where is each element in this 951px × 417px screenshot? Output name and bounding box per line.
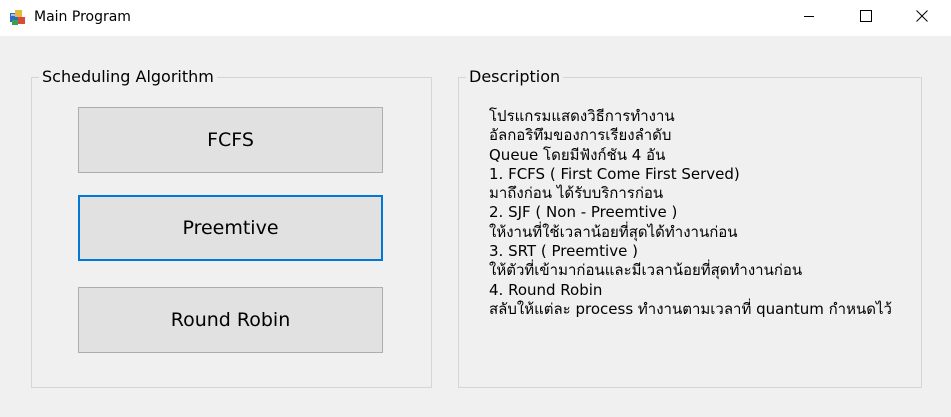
maximize-button[interactable] xyxy=(843,0,889,36)
close-icon xyxy=(916,9,928,27)
preemtive-button[interactable]: Preemtive xyxy=(78,195,383,261)
maximize-icon xyxy=(860,9,872,27)
close-button[interactable] xyxy=(899,0,945,36)
description-line: 3. SRT ( Preemtive ) xyxy=(489,242,638,261)
minimize-icon xyxy=(803,9,815,27)
description-line: สลับให้แต่ละ process ทำงานตามเวลาที่ qua… xyxy=(489,299,892,318)
minimize-button[interactable] xyxy=(786,0,832,36)
round-robin-button[interactable]: Round Robin xyxy=(78,287,383,353)
description-line: ให้งานที่ใช้เวลาน้อยที่สุดได้ทำงานก่อน xyxy=(489,222,738,241)
title-bar[interactable]: Main Program xyxy=(0,0,951,36)
description-line: อัลกอริทึมของการเรียงลำดับ xyxy=(489,126,672,145)
description-line: โปรแกรมแสดงวิธีการทำงาน xyxy=(489,107,675,125)
description-line: มาถึงก่อน ได้รับบริการก่อน xyxy=(489,184,664,203)
description-text: โปรแกรมแสดงวิธีการทำงาน อัลกอริทึมของการ… xyxy=(489,107,892,319)
app-icon xyxy=(10,10,26,26)
description-line: 2. SJF ( Non - Preemtive ) xyxy=(489,203,678,222)
description-group-label: Description xyxy=(466,68,564,86)
window-title: Main Program xyxy=(34,9,131,25)
scheduling-group-label: Scheduling Algorithm xyxy=(39,68,217,86)
main-window: Main Program Scheduling Algorithm FCFS P… xyxy=(0,0,951,417)
description-line: 4. Round Robin xyxy=(489,280,603,299)
description-line: 1. FCFS ( First Come First Served) xyxy=(489,164,740,183)
fcfs-button[interactable]: FCFS xyxy=(78,107,383,173)
description-line: ให้ตัวที่เข้ามาก่อนและมีเวลาน้อยที่สุดทำ… xyxy=(489,261,803,280)
description-line: Queue โดยมีฟังก์ชัน 4 อัน xyxy=(489,145,666,164)
